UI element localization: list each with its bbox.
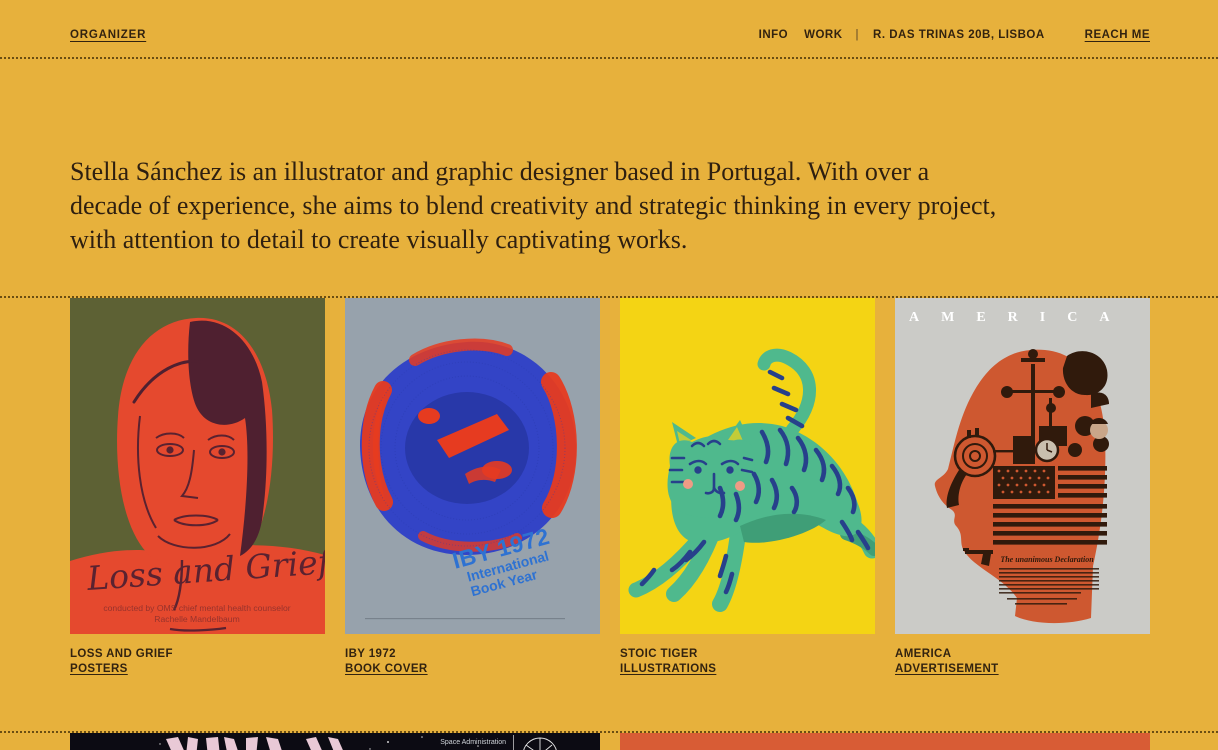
project-caption: AMERICA ADVERTISEMENT xyxy=(895,647,1150,677)
project-category-link[interactable]: ADVERTISEMENT xyxy=(895,662,999,677)
project-category-link[interactable]: BOOK COVER xyxy=(345,662,428,677)
poster-iby-1972[interactable]: IBY 1972 International Book Year xyxy=(345,298,600,634)
orange-poster-art xyxy=(620,733,1150,750)
america-banner-text: AMERICA xyxy=(909,310,1131,325)
project-category-link[interactable]: POSTERS xyxy=(70,662,128,677)
bottom-work-grid: Space Administration xyxy=(0,733,1218,750)
intro-line-3: with attention to detail to create visua… xyxy=(70,223,1148,257)
intro-line-1: Stella Sánchez is an illustrator and gra… xyxy=(70,155,1148,189)
nav-divider: | xyxy=(856,29,860,41)
header-nav: INFO WORK | R. DAS TRINAS 20B, LISBOA RE… xyxy=(759,29,1150,41)
reach-me-link[interactable]: REACH ME xyxy=(1085,29,1150,41)
loss-and-grief-poster-art: Loss and Grief conducted by OMS chief me… xyxy=(70,298,325,634)
poster-credit-2: Rachelle Mandelbaum xyxy=(154,614,240,624)
project-card-america: AMERICA xyxy=(895,298,1150,677)
declaration-heading: The unanimous Declaration xyxy=(1000,555,1094,564)
nav-info[interactable]: INFO xyxy=(759,29,788,41)
space-administration-label: Space Administration xyxy=(440,739,506,746)
project-title: AMERICA xyxy=(895,647,1150,662)
studio-address: R. DAS TRINAS 20B, LISBOA xyxy=(873,29,1045,41)
poster-loss-and-grief[interactable]: Loss and Grief conducted by OMS chief me… xyxy=(70,298,325,634)
stoic-tiger-poster-art xyxy=(620,298,875,634)
project-caption: LOSS AND GRIEF POSTERS xyxy=(70,647,325,677)
project-category-link[interactable]: ILLUSTRATIONS xyxy=(620,662,716,677)
brand-link[interactable]: ORGANIZER xyxy=(70,29,146,41)
project-card-loss-and-grief: Loss and Grief conducted by OMS chief me… xyxy=(70,298,325,677)
project-caption: IBY 1972 BOOK COVER xyxy=(345,647,600,677)
space-poster-art: Space Administration xyxy=(70,733,600,750)
intro-line-2: decade of experience, she aims to blend … xyxy=(70,189,1148,223)
work-grid: Loss and Grief conducted by OMS chief me… xyxy=(0,298,1218,677)
america-poster-art: AMERICA xyxy=(895,298,1150,634)
site-header: ORGANIZER INFO WORK | R. DAS TRINAS 20B,… xyxy=(0,0,1218,57)
intro-text: Stella Sánchez is an illustrator and gra… xyxy=(0,59,1218,257)
project-caption: STOIC TIGER ILLUSTRATIONS xyxy=(620,647,875,677)
project-title: STOIC TIGER xyxy=(620,647,875,662)
iby-1972-poster-art: IBY 1972 International Book Year xyxy=(345,298,600,634)
poster-america[interactable]: AMERICA xyxy=(895,298,1150,634)
poster-stoic-tiger[interactable] xyxy=(620,298,875,634)
project-title: IBY 1972 xyxy=(345,647,600,662)
poster-space[interactable]: Space Administration xyxy=(70,733,600,750)
collage-flag xyxy=(993,466,1107,545)
nav-work[interactable]: WORK xyxy=(804,29,842,41)
project-card-iby-1972: IBY 1972 International Book Year IBY 197… xyxy=(345,298,600,677)
project-title: LOSS AND GRIEF xyxy=(70,647,325,662)
poster-orange[interactable] xyxy=(620,733,1150,750)
project-card-stoic-tiger: STOIC TIGER ILLUSTRATIONS xyxy=(620,298,875,677)
poster-credit-1: conducted by OMS chief mental health cou… xyxy=(103,603,290,613)
